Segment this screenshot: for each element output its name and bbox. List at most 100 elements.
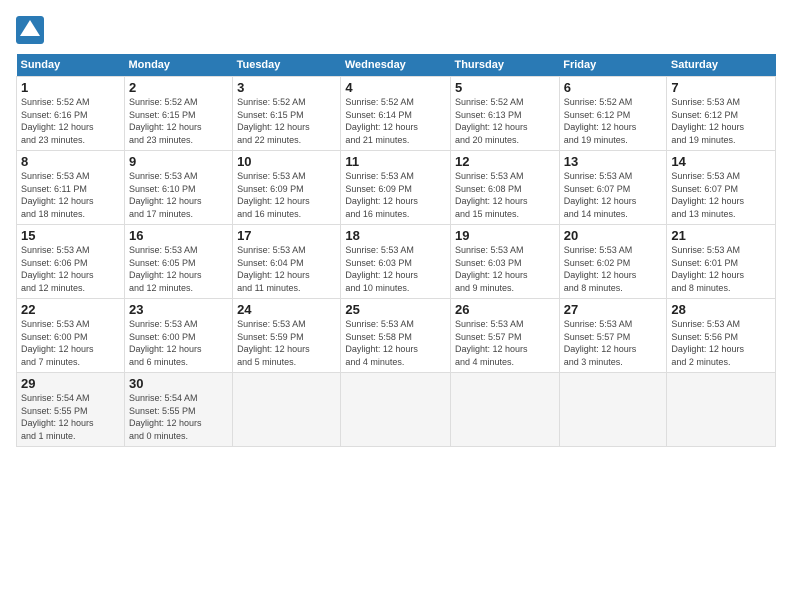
day-info: Sunrise: 5:53 AM Sunset: 6:11 PM Dayligh… — [21, 170, 120, 220]
page: SundayMondayTuesdayWednesdayThursdayFrid… — [0, 0, 792, 612]
day-cell: 24 Sunrise: 5:53 AM Sunset: 5:59 PM Dayl… — [233, 299, 341, 373]
day-number: 3 — [237, 80, 336, 95]
weekday-monday: Monday — [124, 54, 232, 77]
week-row-2: 8 Sunrise: 5:53 AM Sunset: 6:11 PM Dayli… — [17, 151, 776, 225]
day-number: 11 — [345, 154, 446, 169]
day-cell: 29 Sunrise: 5:54 AM Sunset: 5:55 PM Dayl… — [17, 373, 125, 447]
day-cell — [559, 373, 667, 447]
calendar-table: SundayMondayTuesdayWednesdayThursdayFrid… — [16, 54, 776, 447]
day-cell: 14 Sunrise: 5:53 AM Sunset: 6:07 PM Dayl… — [667, 151, 776, 225]
day-info: Sunrise: 5:52 AM Sunset: 6:14 PM Dayligh… — [345, 96, 446, 146]
day-info: Sunrise: 5:54 AM Sunset: 5:55 PM Dayligh… — [21, 392, 120, 442]
day-cell: 11 Sunrise: 5:53 AM Sunset: 6:09 PM Dayl… — [341, 151, 451, 225]
day-info: Sunrise: 5:53 AM Sunset: 6:03 PM Dayligh… — [345, 244, 446, 294]
day-cell: 4 Sunrise: 5:52 AM Sunset: 6:14 PM Dayli… — [341, 77, 451, 151]
day-number: 20 — [564, 228, 663, 243]
day-cell: 7 Sunrise: 5:53 AM Sunset: 6:12 PM Dayli… — [667, 77, 776, 151]
day-number: 16 — [129, 228, 228, 243]
day-info: Sunrise: 5:53 AM Sunset: 5:57 PM Dayligh… — [455, 318, 555, 368]
day-info: Sunrise: 5:53 AM Sunset: 5:59 PM Dayligh… — [237, 318, 336, 368]
day-number: 1 — [21, 80, 120, 95]
day-cell: 13 Sunrise: 5:53 AM Sunset: 6:07 PM Dayl… — [559, 151, 667, 225]
day-number: 21 — [671, 228, 771, 243]
day-cell: 19 Sunrise: 5:53 AM Sunset: 6:03 PM Dayl… — [450, 225, 559, 299]
day-info: Sunrise: 5:52 AM Sunset: 6:16 PM Dayligh… — [21, 96, 120, 146]
day-info: Sunrise: 5:53 AM Sunset: 6:09 PM Dayligh… — [345, 170, 446, 220]
weekday-sunday: Sunday — [17, 54, 125, 77]
day-number: 27 — [564, 302, 663, 317]
day-number: 17 — [237, 228, 336, 243]
day-number: 9 — [129, 154, 228, 169]
day-number: 5 — [455, 80, 555, 95]
day-number: 7 — [671, 80, 771, 95]
day-number: 4 — [345, 80, 446, 95]
week-row-3: 15 Sunrise: 5:53 AM Sunset: 6:06 PM Dayl… — [17, 225, 776, 299]
day-cell: 21 Sunrise: 5:53 AM Sunset: 6:01 PM Dayl… — [667, 225, 776, 299]
day-cell — [341, 373, 451, 447]
day-number: 14 — [671, 154, 771, 169]
day-number: 29 — [21, 376, 120, 391]
logo — [16, 16, 48, 44]
weekday-header-row: SundayMondayTuesdayWednesdayThursdayFrid… — [17, 54, 776, 77]
day-info: Sunrise: 5:52 AM Sunset: 6:15 PM Dayligh… — [129, 96, 228, 146]
day-number: 2 — [129, 80, 228, 95]
day-cell: 27 Sunrise: 5:53 AM Sunset: 5:57 PM Dayl… — [559, 299, 667, 373]
day-info: Sunrise: 5:53 AM Sunset: 6:00 PM Dayligh… — [129, 318, 228, 368]
weekday-thursday: Thursday — [450, 54, 559, 77]
day-cell: 6 Sunrise: 5:52 AM Sunset: 6:12 PM Dayli… — [559, 77, 667, 151]
day-cell: 9 Sunrise: 5:53 AM Sunset: 6:10 PM Dayli… — [124, 151, 232, 225]
day-number: 8 — [21, 154, 120, 169]
day-cell: 20 Sunrise: 5:53 AM Sunset: 6:02 PM Dayl… — [559, 225, 667, 299]
day-number: 19 — [455, 228, 555, 243]
day-cell — [450, 373, 559, 447]
day-info: Sunrise: 5:53 AM Sunset: 6:07 PM Dayligh… — [671, 170, 771, 220]
day-cell: 16 Sunrise: 5:53 AM Sunset: 6:05 PM Dayl… — [124, 225, 232, 299]
weekday-tuesday: Tuesday — [233, 54, 341, 77]
day-info: Sunrise: 5:53 AM Sunset: 6:05 PM Dayligh… — [129, 244, 228, 294]
day-cell: 1 Sunrise: 5:52 AM Sunset: 6:16 PM Dayli… — [17, 77, 125, 151]
day-number: 15 — [21, 228, 120, 243]
week-row-4: 22 Sunrise: 5:53 AM Sunset: 6:00 PM Dayl… — [17, 299, 776, 373]
day-number: 30 — [129, 376, 228, 391]
day-cell: 18 Sunrise: 5:53 AM Sunset: 6:03 PM Dayl… — [341, 225, 451, 299]
day-number: 28 — [671, 302, 771, 317]
week-row-1: 1 Sunrise: 5:52 AM Sunset: 6:16 PM Dayli… — [17, 77, 776, 151]
day-info: Sunrise: 5:53 AM Sunset: 6:08 PM Dayligh… — [455, 170, 555, 220]
day-cell: 23 Sunrise: 5:53 AM Sunset: 6:00 PM Dayl… — [124, 299, 232, 373]
day-number: 6 — [564, 80, 663, 95]
day-cell — [233, 373, 341, 447]
week-row-5: 29 Sunrise: 5:54 AM Sunset: 5:55 PM Dayl… — [17, 373, 776, 447]
day-info: Sunrise: 5:53 AM Sunset: 5:57 PM Dayligh… — [564, 318, 663, 368]
day-number: 12 — [455, 154, 555, 169]
day-cell: 8 Sunrise: 5:53 AM Sunset: 6:11 PM Dayli… — [17, 151, 125, 225]
day-number: 10 — [237, 154, 336, 169]
day-cell: 12 Sunrise: 5:53 AM Sunset: 6:08 PM Dayl… — [450, 151, 559, 225]
day-number: 13 — [564, 154, 663, 169]
day-cell: 15 Sunrise: 5:53 AM Sunset: 6:06 PM Dayl… — [17, 225, 125, 299]
day-cell: 25 Sunrise: 5:53 AM Sunset: 5:58 PM Dayl… — [341, 299, 451, 373]
day-info: Sunrise: 5:52 AM Sunset: 6:12 PM Dayligh… — [564, 96, 663, 146]
day-cell: 28 Sunrise: 5:53 AM Sunset: 5:56 PM Dayl… — [667, 299, 776, 373]
weekday-wednesday: Wednesday — [341, 54, 451, 77]
weekday-friday: Friday — [559, 54, 667, 77]
day-number: 22 — [21, 302, 120, 317]
day-number: 26 — [455, 302, 555, 317]
header — [16, 16, 776, 44]
day-info: Sunrise: 5:53 AM Sunset: 6:06 PM Dayligh… — [21, 244, 120, 294]
day-info: Sunrise: 5:53 AM Sunset: 6:02 PM Dayligh… — [564, 244, 663, 294]
day-info: Sunrise: 5:53 AM Sunset: 5:56 PM Dayligh… — [671, 318, 771, 368]
day-cell: 2 Sunrise: 5:52 AM Sunset: 6:15 PM Dayli… — [124, 77, 232, 151]
day-info: Sunrise: 5:52 AM Sunset: 6:15 PM Dayligh… — [237, 96, 336, 146]
day-info: Sunrise: 5:53 AM Sunset: 6:03 PM Dayligh… — [455, 244, 555, 294]
logo-icon — [16, 16, 44, 44]
day-cell: 3 Sunrise: 5:52 AM Sunset: 6:15 PM Dayli… — [233, 77, 341, 151]
day-info: Sunrise: 5:53 AM Sunset: 6:09 PM Dayligh… — [237, 170, 336, 220]
day-info: Sunrise: 5:53 AM Sunset: 5:58 PM Dayligh… — [345, 318, 446, 368]
day-info: Sunrise: 5:53 AM Sunset: 6:04 PM Dayligh… — [237, 244, 336, 294]
day-cell: 17 Sunrise: 5:53 AM Sunset: 6:04 PM Dayl… — [233, 225, 341, 299]
day-info: Sunrise: 5:53 AM Sunset: 6:12 PM Dayligh… — [671, 96, 771, 146]
day-cell: 26 Sunrise: 5:53 AM Sunset: 5:57 PM Dayl… — [450, 299, 559, 373]
day-info: Sunrise: 5:53 AM Sunset: 6:10 PM Dayligh… — [129, 170, 228, 220]
day-info: Sunrise: 5:53 AM Sunset: 6:01 PM Dayligh… — [671, 244, 771, 294]
day-number: 23 — [129, 302, 228, 317]
